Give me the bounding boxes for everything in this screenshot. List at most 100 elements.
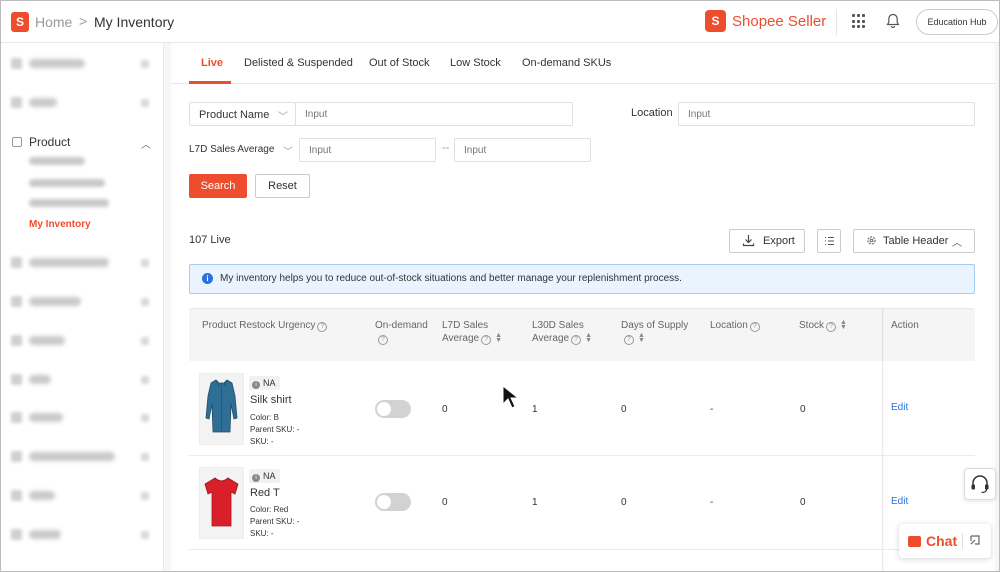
help-icon[interactable]: ? xyxy=(624,335,634,345)
location-input[interactable] xyxy=(678,102,975,126)
edit-link[interactable]: Edit xyxy=(891,402,908,413)
table-row: i NA Silk shirt Color: B Parent SKU: - SK… xyxy=(189,362,975,456)
l30d-value: 1 xyxy=(532,404,538,415)
sidebar-subitem-blurred[interactable] xyxy=(29,179,105,187)
sidebar: Product ︿ My Inventory xyxy=(1,43,164,571)
expand-icon[interactable] xyxy=(969,534,981,549)
column-l30d-sales-average[interactable]: L30D Sales Average ?▲ ▼ xyxy=(532,319,592,345)
sidebar-item-blurred[interactable] xyxy=(11,96,156,110)
tab-delisted-suspended[interactable]: Delisted & Suspended xyxy=(244,57,353,69)
on-demand-toggle[interactable] xyxy=(375,400,411,418)
help-icon[interactable]: ? xyxy=(826,322,837,332)
sort-icon[interactable]: ▲ ▼ xyxy=(495,332,502,344)
select-label: Product Name xyxy=(199,109,270,121)
shopee-logo-icon[interactable]: S xyxy=(11,12,29,32)
help-icon[interactable]: ? xyxy=(317,322,328,332)
chat-label: Chat xyxy=(926,533,958,549)
column-days-of-supply[interactable]: Days of Supply ?▲ ▼ xyxy=(621,319,688,345)
breadcrumb-separator: > xyxy=(79,13,88,29)
location-value: - xyxy=(710,497,714,508)
l30d-value: 1 xyxy=(532,497,538,508)
help-icon[interactable]: ? xyxy=(571,335,582,345)
live-count: 107 Live xyxy=(189,234,231,246)
reset-button[interactable]: Reset xyxy=(255,174,310,198)
product-thumbnail[interactable] xyxy=(199,373,244,445)
on-demand-toggle[interactable] xyxy=(375,493,411,511)
search-button[interactable]: Search xyxy=(189,174,247,198)
tab-low-stock[interactable]: Low Stock xyxy=(450,57,501,69)
download-icon xyxy=(742,234,755,250)
sidebar-item-blurred[interactable] xyxy=(11,295,156,309)
export-button[interactable]: Export xyxy=(729,229,805,253)
active-tab-indicator xyxy=(189,81,231,84)
headset-icon xyxy=(971,475,989,494)
sidebar-item-blurred[interactable] xyxy=(11,57,156,71)
help-icon[interactable]: ? xyxy=(481,335,492,345)
table-row: i NA Red T Color: Red Parent SKU: - SKU: … xyxy=(189,456,975,550)
l7d-sales-average-select[interactable]: L7D Sales Average xyxy=(189,144,274,155)
product-thumbnail[interactable] xyxy=(199,467,244,539)
table-header-button[interactable]: Table Header ︿ xyxy=(853,229,975,253)
sidebar-item-blurred[interactable] xyxy=(11,528,156,542)
product-meta: Color: B Parent SKU: - SKU: - xyxy=(250,413,300,446)
list-view-button[interactable] xyxy=(817,229,841,253)
chat-divider xyxy=(962,533,963,549)
location-label: Location xyxy=(631,107,673,119)
sidebar-subitem-blurred[interactable] xyxy=(29,199,109,207)
main-content: Live Delisted & Suspended Out of Stock L… xyxy=(171,43,995,571)
location-value: - xyxy=(710,404,714,415)
table-header-label: Table Header xyxy=(883,235,949,247)
l7d-max-input[interactable] xyxy=(454,138,591,162)
chevron-up-icon: ︿ xyxy=(952,238,962,249)
sidebar-item-blurred[interactable] xyxy=(11,411,156,425)
page-title: My Inventory xyxy=(94,14,175,30)
help-icon[interactable]: ? xyxy=(378,335,388,345)
product-name[interactable]: Silk shirt xyxy=(250,394,292,406)
sidebar-item-blurred[interactable] xyxy=(11,256,156,270)
support-button[interactable] xyxy=(964,468,996,500)
urgency-badge: i NA xyxy=(249,469,280,483)
gear-icon xyxy=(866,235,877,249)
stock-value: 0 xyxy=(800,404,806,415)
sidebar-item-blurred[interactable] xyxy=(11,450,156,464)
tab-bar: Live Delisted & Suspended Out of Stock L… xyxy=(171,43,995,84)
product-meta: Color: Red Parent SKU: - SKU: - xyxy=(250,505,300,538)
sort-icon[interactable]: ▲ ▼ xyxy=(585,332,592,344)
product-name-select[interactable]: Product Name ﹀ xyxy=(189,102,296,126)
sidebar-item-product[interactable]: Product ︿ xyxy=(11,135,156,151)
chevron-down-icon[interactable]: ﹀ xyxy=(283,143,293,158)
sidebar-item-my-inventory[interactable]: My Inventory xyxy=(29,219,91,230)
chat-button[interactable]: Chat xyxy=(899,524,991,558)
table-header: Product Restock Urgency? On-demand? L7D … xyxy=(189,308,975,361)
shopee-seller-logo-icon: S xyxy=(705,10,726,32)
tab-live[interactable]: Live xyxy=(201,57,223,69)
column-stock[interactable]: Stock ?▲ ▼ xyxy=(799,319,847,332)
sidebar-item-blurred[interactable] xyxy=(11,334,156,348)
help-icon[interactable]: ? xyxy=(749,322,760,332)
product-name-input[interactable] xyxy=(295,102,573,126)
edit-link[interactable]: Edit xyxy=(891,496,908,507)
sidebar-item-blurred[interactable] xyxy=(11,373,156,387)
column-on-demand: On-demand? xyxy=(375,320,428,345)
column-l7d-sales-average[interactable]: L7D Sales Average ?▲ ▼ xyxy=(442,319,502,345)
l7d-value: 0 xyxy=(442,497,448,508)
days-of-supply-value: 0 xyxy=(621,404,627,415)
sidebar-item-blurred[interactable] xyxy=(11,489,156,503)
breadcrumb-home[interactable]: Home xyxy=(35,14,72,30)
bell-icon[interactable] xyxy=(886,13,900,32)
sidebar-item-label: Product xyxy=(29,135,71,149)
tab-on-demand-skus[interactable]: On-demand SKUs xyxy=(522,57,611,69)
education-hub-button[interactable]: Education Hub xyxy=(916,9,998,35)
sidebar-subitem-blurred[interactable] xyxy=(29,157,85,165)
range-separator: -- xyxy=(442,142,450,154)
l7d-min-input[interactable] xyxy=(299,138,436,162)
sort-icon[interactable]: ▲ ▼ xyxy=(840,319,847,331)
l7d-value: 0 xyxy=(442,404,448,415)
sort-icon[interactable]: ▲ ▼ xyxy=(638,332,645,344)
product-name[interactable]: Red T xyxy=(250,487,280,499)
chevron-up-icon: ︿ xyxy=(141,140,151,151)
tab-out-of-stock[interactable]: Out of Stock xyxy=(369,57,430,69)
apps-grid-icon[interactable] xyxy=(852,14,867,29)
brand-name: Shopee Seller xyxy=(732,13,827,30)
banner-text: My inventory helps you to reduce out-of-… xyxy=(220,273,682,284)
